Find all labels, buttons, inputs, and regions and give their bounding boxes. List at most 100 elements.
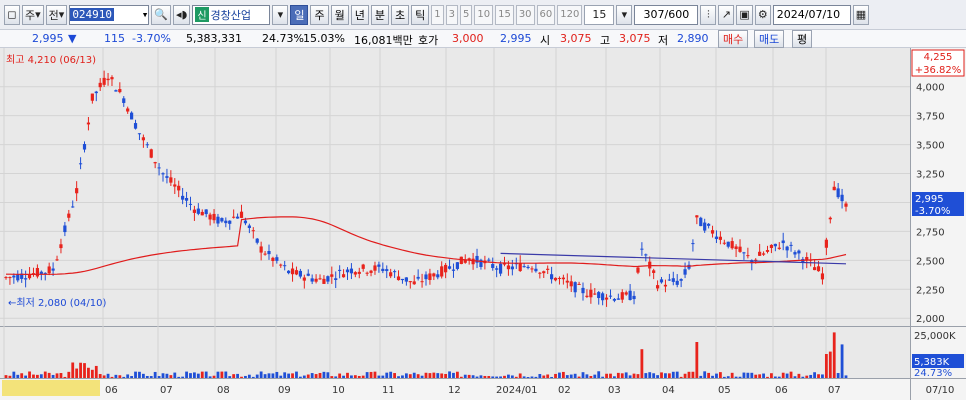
candle-body [4,277,8,279]
volume-bar [813,372,816,378]
volume-bar [797,373,801,378]
search-icon[interactable]: 🔍 [151,4,172,25]
interval-3[interactable]: 3 [445,4,458,25]
candle-body [510,266,514,270]
gear-icon[interactable]: ⚙ [754,4,771,25]
volume-bar [79,362,82,378]
buy-button[interactable]: 매수 [718,30,749,48]
count-value: 307/600 [643,8,690,21]
price-change: 115 [104,32,125,45]
volume-bar [28,371,31,378]
volume-bar [240,376,243,378]
ask-price: 3,000 [452,32,484,45]
candle-body [491,264,495,268]
candle-body [208,214,212,220]
chevron-down-icon[interactable]: ▾ [616,4,633,25]
candle-body [90,93,94,101]
volume-bar [656,375,659,378]
candle-body [640,248,644,250]
candle-body [126,108,130,112]
volume-bar [495,376,499,378]
volume-bar [98,374,102,378]
period-minute[interactable]: 분 [370,4,389,25]
volume-bar [652,373,656,378]
chart-type-select[interactable]: 주 ▾ [22,4,44,25]
candle-body [758,251,762,256]
interval-120[interactable]: 120 [557,4,583,25]
sell-button[interactable]: 매도 [754,30,785,48]
candle-body [828,217,832,220]
volume-bar [153,371,157,378]
save-icon[interactable]: ▣ [736,4,753,25]
period-week[interactable]: 주 [310,4,329,25]
candle-body [765,250,770,252]
candle-body [161,173,165,175]
market-label: 전 [48,8,59,22]
x-tick-label: 04 [662,385,675,396]
volume-bar [334,376,338,378]
volume-bar [624,372,628,378]
volume-bar [118,375,122,378]
eval-button[interactable]: 평 [792,30,813,48]
volume-bar [397,376,400,378]
trendline-icon[interactable]: ↗ [718,4,735,25]
volume-bar [746,372,750,378]
candle-body [232,216,236,218]
speaker-icon[interactable]: ◂◗ [173,4,191,25]
stock-code-input[interactable]: 024910 ▾ [69,4,150,25]
candle-body [247,225,251,229]
volume-bar [683,373,687,378]
calendar-icon[interactable]: ▦ [852,4,870,25]
interval-15[interactable]: 15 [495,4,514,25]
interval-30[interactable]: 30 [515,4,535,25]
volume-bar [173,372,177,378]
volume-bar [781,372,785,378]
price-chart[interactable]: 4,0003,7503,5003,2503,0002,7502,5002,250… [0,48,966,400]
stock-code-value: 024910 [70,8,115,21]
stock-name-box[interactable]: 신 경창산업 [192,4,271,25]
candle-body [196,208,200,214]
chevron-down-icon[interactable]: ▾ [272,4,289,25]
indicator-icon[interactable]: ⫶ [700,4,717,25]
open-price: 3,075 [560,32,592,45]
volume-bar [471,375,475,378]
volume-bar [648,372,652,378]
interval-input[interactable]: 15 [584,4,615,25]
interval-10[interactable]: 10 [474,4,494,25]
low-annotation: ←최저 2,080 (04/10) [8,297,106,309]
count-input[interactable]: 307/600 [634,4,699,25]
interval-60[interactable]: 60 [536,4,556,25]
candle-body [585,295,589,297]
volume-bar [228,376,232,378]
interval-1[interactable]: 1 [431,4,444,25]
candle-body [341,274,346,278]
chevron-down-icon[interactable]: ▾ [142,8,149,21]
period-second[interactable]: 초 [390,4,410,25]
market-select[interactable]: 전 ▾ [45,4,68,25]
high-annotation: 최고 4,210 (06/13) [6,54,96,66]
candle-body [306,273,310,276]
candle-body [644,254,648,256]
candle-body [102,77,106,85]
volume-bar [373,371,377,378]
volume-bar [695,342,699,378]
date-input[interactable]: 2024/07/10 [772,4,851,25]
volume-bar [448,371,451,378]
candle-body [385,269,389,272]
hoga-label: 호가 [418,34,439,47]
window-icon[interactable]: ◻ [4,4,20,25]
candle-body [302,277,306,281]
interval-5[interactable]: 5 [459,4,473,25]
volume-bar [542,375,546,378]
candle-body [173,184,177,187]
period-tick[interactable]: 틱 [411,4,430,25]
candle-body [781,240,785,244]
volume-rate: 24.73% [262,32,304,45]
x-tick-label: 11 [382,385,395,396]
period-day[interactable]: 일 [290,4,309,25]
candle-body [153,162,157,164]
period-year[interactable]: 년 [350,4,369,25]
period-month[interactable]: 월 [330,4,349,25]
candle-body [314,278,318,282]
candle-body [436,274,440,278]
